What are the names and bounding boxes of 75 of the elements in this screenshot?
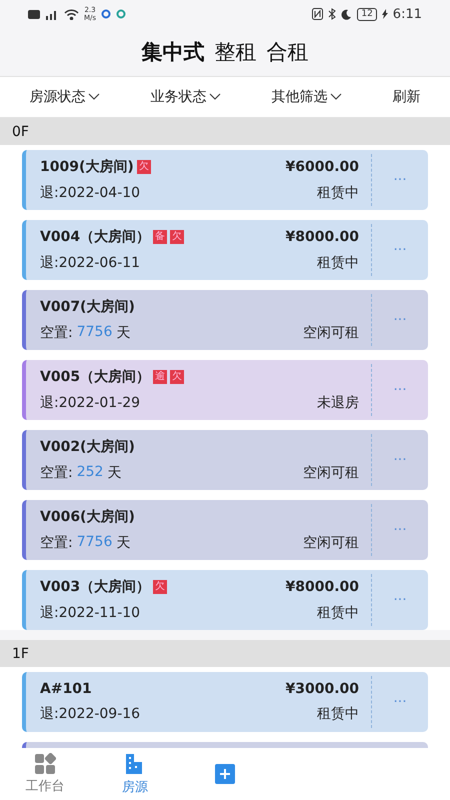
room-card[interactable]: A#101 ¥3000.00 退:2022-09-16 租赁中 ··· [22,672,428,732]
refresh-button[interactable]: 刷新 [392,88,420,106]
room-status: 空闲可租 [303,534,359,552]
checkout-date: 退:2022-11-10 [40,604,140,622]
tag-badge: 备 [153,230,168,244]
room-status: 空闲可租 [303,324,359,342]
vacant-label: 空置: [40,324,73,342]
hd-icon [28,10,40,18]
room-status: 租赁中 [317,705,359,723]
room-status: 未退房 [317,394,359,412]
room-card[interactable]: V002(大房间) 空置: 252 天 空闲可租 ··· [22,430,428,490]
room-name: V003（大房间） [40,578,150,596]
room-card[interactable]: 1009(大房间) 欠 ¥6000.00 退:2022-04-10 租赁中 ··· [22,150,428,210]
tag-badge: 逾 [153,370,168,384]
room-name: V007(大房间) [40,298,135,316]
tag-badge: 欠 [153,580,168,594]
tag-badge: 欠 [136,160,151,174]
checkout-date: 退:2022-06-11 [40,254,140,272]
days-unit: 天 [116,534,130,552]
nav-tab[interactable]: 工作台 [0,748,90,800]
header-tab[interactable]: 整租 [214,38,256,66]
chevron-down-icon [88,93,100,101]
nfc-icon [312,8,324,20]
grid-icon [34,753,56,775]
room-name: V004（大房间） [40,228,150,246]
vacant-label: 空置: [40,464,73,482]
room-status: 租赁中 [317,604,359,622]
vacant-label: 空置: [40,534,73,552]
room-card[interactable]: V006(大房间) 空置: 7756 天 空闲可租 ··· [22,500,428,560]
room-name: A#101 [40,681,92,697]
ring-icon [101,9,112,19]
bluetooth-icon [328,8,336,20]
vacant-days: 7756 [76,324,112,342]
signal-icon [45,8,59,20]
vacant-days: 252 [76,464,104,482]
ring-icon [116,9,126,19]
room-name: V002(大房间) [40,438,135,456]
header-tab[interactable]: 合租 [266,38,308,66]
room-name: V005（大房间） [40,368,150,386]
checkout-date: 退:2022-01-29 [40,394,140,412]
floor-header: 1F [0,640,450,667]
wifi-icon [64,8,79,20]
nav-tab[interactable]: 房源 [90,748,180,800]
header-tab[interactable]: 集中式 [142,38,204,66]
filter-dropdown[interactable]: 房源状态 [30,88,100,106]
chevron-down-icon [330,93,342,101]
room-card[interactable]: V003（大房间） 欠 ¥8000.00 退:2022-11-10 租赁中 ··· [22,570,428,630]
room-status: 租赁中 [317,254,359,272]
chevron-down-icon [208,93,220,101]
room-card[interactable]: V005（大房间） 逾 欠 退:2022-01-29 未退房 ··· [22,360,428,420]
days-unit: 天 [116,324,130,342]
vacant-days: 7756 [76,534,112,552]
rent-price: ¥8000.00 [285,229,359,245]
battery-level: 12 [357,8,377,20]
rent-price: ¥6000.00 [285,159,359,175]
room-status: 租赁中 [317,184,359,202]
clock-time: 6:11 [392,6,422,22]
rent-price: ¥3000.00 [285,681,359,697]
room-card[interactable]: V004（大房间） 备 欠 ¥8000.00 退:2022-06-11 租赁中 ··· [22,220,428,280]
add-icon [215,764,235,784]
tag-badge: 欠 [170,230,184,244]
floor-header: 0F [0,118,450,145]
filter-dropdown[interactable]: 其他筛选 [272,88,342,106]
charging-icon [382,9,388,19]
room-name: V006(大房间) [40,508,135,526]
checkout-date: 退:2022-04-10 [40,184,140,202]
tag-badge: 欠 [170,370,184,384]
room-card[interactable]: V007(大房间) 空置: 7756 天 空闲可租 ··· [22,290,428,350]
filter-dropdown[interactable]: 业务状态 [150,88,220,106]
checkout-date: 退:2022-09-16 [40,705,140,723]
rent-price: ¥8000.00 [285,579,359,595]
moon-icon [341,8,352,20]
days-unit: 天 [107,464,122,482]
room-status: 空闲可租 [303,464,359,482]
room-name: 1009(大房间) [40,158,134,176]
